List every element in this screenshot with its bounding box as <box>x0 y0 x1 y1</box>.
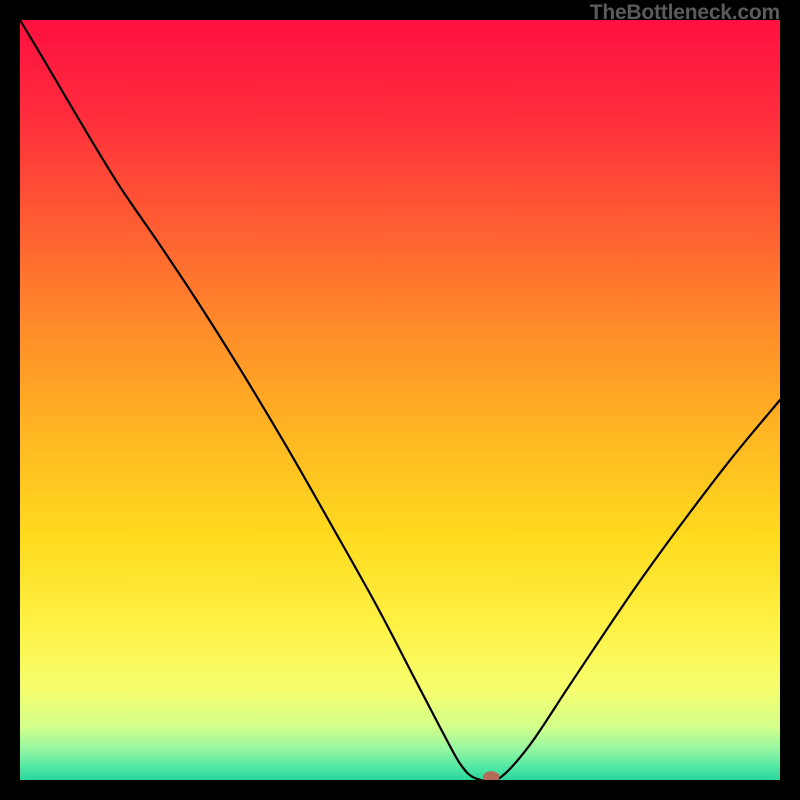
gradient-background <box>20 20 780 780</box>
bottleneck-chart <box>20 20 780 780</box>
watermark-label: TheBottleneck.com <box>590 1 780 25</box>
chart-plot-area <box>20 20 780 780</box>
